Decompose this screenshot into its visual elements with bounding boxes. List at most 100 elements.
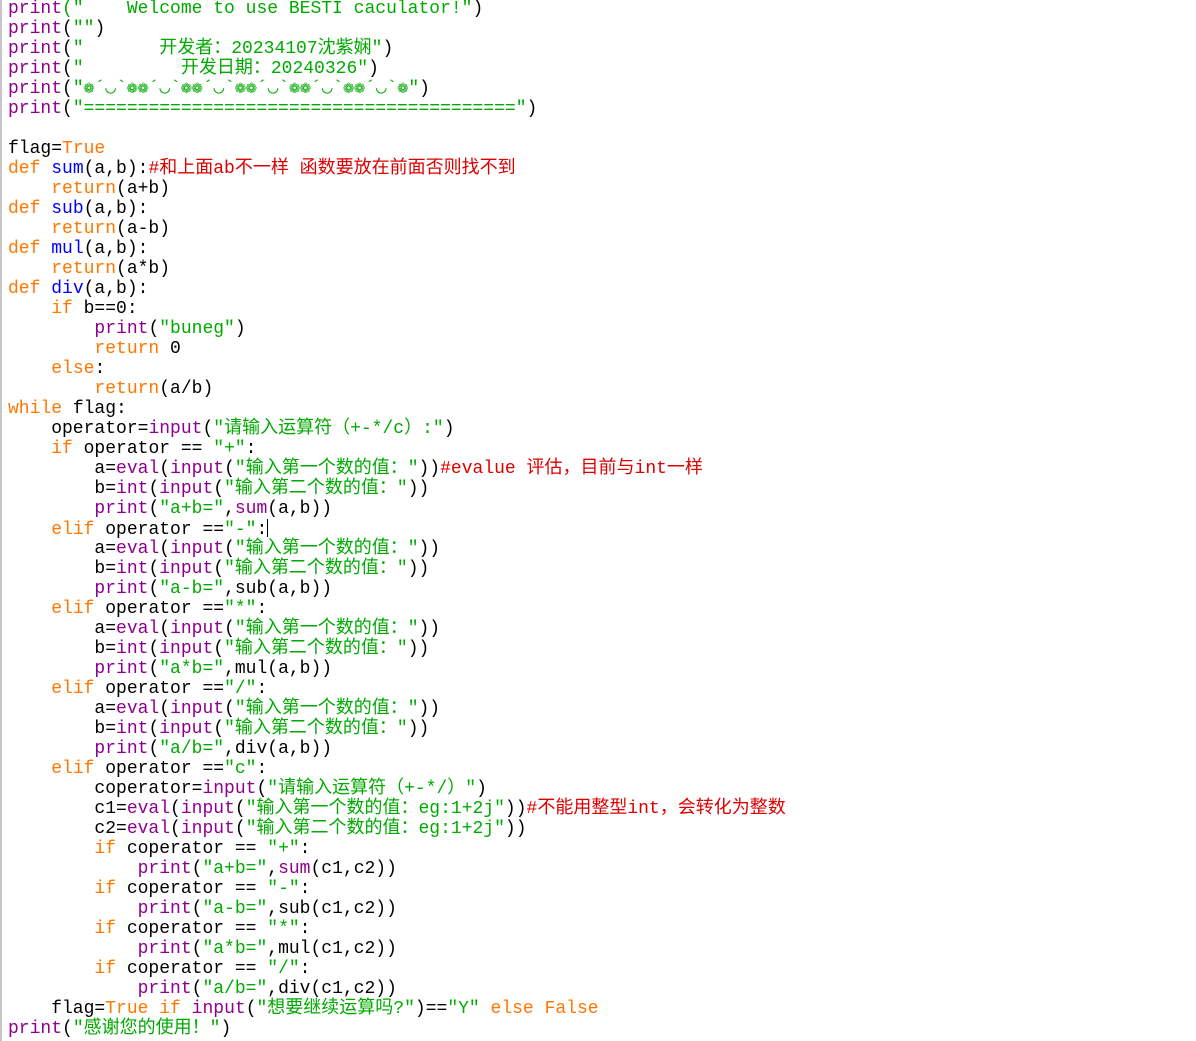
code-token-plain: ( [159,619,171,639]
code-token-string: "输入第一个数的值：" [234,539,419,559]
code-token-plain: : [299,879,311,899]
code-token-plain: operator == [94,520,225,540]
code-token-string: "/" [224,679,257,699]
code-token-builtin: input [170,619,225,639]
code-token-plain: ( [234,819,246,839]
code-token-keyword: if [94,839,117,859]
code-line: if coperator == "*": [8,919,786,939]
code-token-keyword: else [490,999,534,1019]
code-token-keyword: elif [51,520,95,540]
code-line: print("❁´◡`❁❁´◡`❁❁´◡`❁❁´◡`❁❁´◡`❁❁´◡`❁") [8,79,786,99]
code-token-string: "❁´◡`❁❁´◡`❁❁´◡`❁❁´◡`❁❁´◡`❁❁´◡`❁" [72,79,420,99]
code-line: b=int(input("输入第二个数的值：")) [8,559,786,579]
code-token-plain: : [299,839,311,859]
code-token-plain: ) [234,319,246,339]
code-token-definition: sum [51,159,84,179]
code-token-string: "输入第二个数的值：" [224,479,408,499]
text-cursor [267,519,269,537]
code-token-builtin: input [170,699,225,719]
code-token-builtin: input [159,719,214,739]
code-token-string: (" Welcome to use BESTI caculator!" [62,0,473,19]
code-token-plain: flag: [62,399,127,419]
code-editor[interactable]: print (" Welcome to use BESTI caculator!"… [0,0,1196,1041]
code-token-builtin: input [202,779,257,799]
code-token-plain: coperator == [116,959,268,979]
code-token-plain: c1= [8,799,127,819]
code-token-plain: coperator == [116,919,268,939]
code-token-string: "Y" [447,999,480,1019]
code-token-plain: ( [159,699,171,719]
code-token-string: "输入第一个数的值：eg:1+2j" [245,799,505,819]
code-token-builtin: input [170,539,225,559]
code-token-plain: )) [407,719,430,739]
code-token-plain: ( [191,939,203,959]
code-token-comment: #和上面ab不一样 函数要放在前面否则找不到 [148,159,516,179]
code-token-string: "a/b=" [202,979,268,999]
code-token-builtin: input [180,799,235,819]
code-token-plain: ( [170,799,181,819]
code-token-plain: (a,b)) [267,499,333,519]
code-token-plain: ( [62,1019,73,1039]
code-token-builtin: print [94,739,149,759]
code-token-builtin: int [116,479,149,499]
code-token-keyword: return [51,179,117,199]
code-token-builtin: print [8,39,63,59]
code-token-plain: : [245,439,257,459]
code-token-plain: coperator= [8,779,203,799]
code-token-builtin: eval [116,619,160,639]
code-line: return(a-b) [8,219,786,239]
code-token-builtin: print [137,939,192,959]
code-token-plain: )) [407,639,430,659]
code-token-plain: : [299,919,311,939]
code-token-string: "a-b=" [202,899,268,919]
code-line: flag=True [8,139,786,159]
code-token-plain: (a,b): [83,279,149,299]
code-token-string: "=======================================… [72,99,527,119]
code-line: elif operator =="c": [8,759,786,779]
code-token-builtin: int [116,559,149,579]
code-token-plain: operator == [94,759,225,779]
code-token-plain: ( [170,819,181,839]
code-token-string: " 开发日期：20240326" [72,59,369,79]
code-token-plain: ( [148,719,160,739]
code-token-keyword: return [51,219,117,239]
code-line: print("a/b=",div(a,b)) [8,739,786,759]
code-line: print("a*b=",mul(c1,c2)) [8,939,786,959]
code-token-plain: ( [213,639,225,659]
code-token-builtin: int [116,719,149,739]
code-token-keyword: return [94,379,160,399]
code-line: print("") [8,19,786,39]
code-token-plain: coperator == [116,879,268,899]
code-token-plain: , [224,499,235,519]
code-token-plain: )) [418,699,441,719]
code-token-plain: )) [418,539,441,559]
code-token-plain: : [256,520,268,540]
code-token-keyword: def [8,199,52,219]
code-token-builtin: input [180,819,235,839]
code-token-string: "+" [267,839,300,859]
code-token-plain: ( [256,779,268,799]
code-area[interactable]: print (" Welcome to use BESTI caculator!"… [8,0,786,1039]
code-token-builtin: eval [116,699,160,719]
code-line: flag=True if input("想要继续运算吗?")=="Y" else… [8,999,786,1019]
code-token-keyword: else [51,359,95,379]
code-token-plain: ( [159,539,171,559]
code-token-plain: (a-b) [116,219,171,239]
code-token-plain: ( [148,639,160,659]
code-token-string: "输入第一个数的值：" [234,699,419,719]
code-token-string: "-" [224,520,257,540]
code-token-keyword: if [94,959,117,979]
code-line: print(" Welcome to use BESTI caculator!"… [8,0,786,19]
code-line: else: [8,359,786,379]
code-token-plain: a= [8,699,117,719]
code-line: elif operator =="/": [8,679,786,699]
